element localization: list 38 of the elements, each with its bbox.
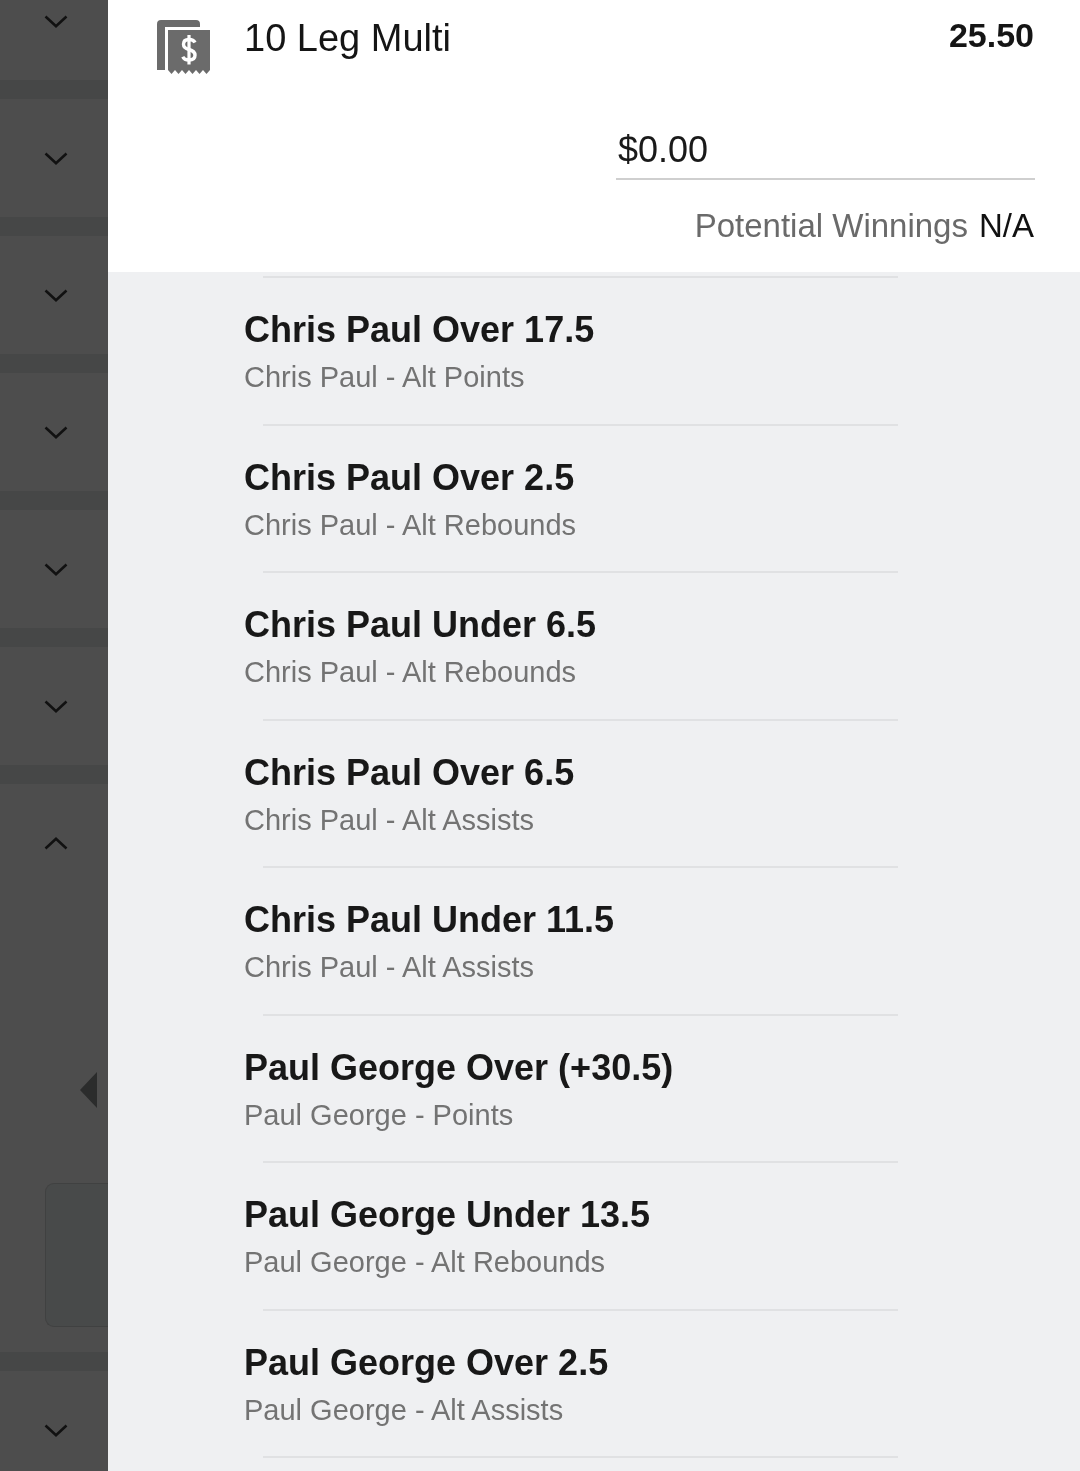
leg-market: Chris Paul - Alt Rebounds — [244, 507, 577, 542]
chevron-down-icon[interactable] — [43, 151, 68, 165]
sidebar-row[interactable] — [0, 784, 108, 1352]
leg-selection: Paul George Over 2.5 — [244, 1341, 609, 1384]
leg-market: Chris Paul - Alt Rebounds — [244, 655, 577, 689]
sidebar-row[interactable] — [0, 1371, 108, 1471]
chevron-down-icon[interactable] — [43, 14, 68, 28]
leg-market: Chris Paul - Alt Assists — [244, 950, 535, 984]
chevron-down-icon[interactable] — [43, 699, 68, 713]
receipt-dollar-icon — [157, 20, 210, 76]
sidebar-row[interactable] — [0, 510, 108, 628]
sidebar-row[interactable] — [0, 99, 108, 217]
stake-input[interactable]: $0.00 — [616, 128, 1035, 180]
leg-selection: Paul George Under 13.5 — [244, 1194, 651, 1236]
potential-winnings-label: Potential Winnings — [694, 208, 968, 244]
leg-selection: Chris Paul Over 17.5 — [244, 309, 595, 351]
chevron-down-icon[interactable] — [43, 1423, 68, 1437]
leg-selection: Chris Paul Over 2.5 — [244, 456, 575, 499]
caret-left-icon[interactable] — [80, 1072, 97, 1108]
potential-winnings-value: N/A — [979, 208, 1034, 244]
sidebar-row[interactable] — [0, 373, 108, 491]
leg-market: Chris Paul - Alt Points — [244, 360, 525, 394]
sidebar-row[interactable] — [0, 236, 108, 354]
odds-value: 25.50 — [948, 17, 1034, 53]
leg-market: Paul George - Points — [244, 1097, 514, 1132]
sidebar-row[interactable] — [0, 647, 108, 765]
chevron-down-icon[interactable] — [43, 425, 68, 439]
leg-market: Paul George - Alt Rebounds — [244, 1245, 606, 1279]
bet-title: 10 Leg Multi — [244, 18, 451, 58]
chevron-down-icon[interactable] — [43, 288, 68, 302]
leg-market: Chris Paul - Alt Assists — [244, 802, 535, 837]
chevron-up-icon[interactable] — [43, 836, 68, 850]
leg-selection: Chris Paul Under 11.5 — [244, 899, 615, 941]
leg-market: Paul George - Alt Assists — [244, 1392, 564, 1427]
leg-selection: Chris Paul Under 6.5 — [244, 604, 597, 646]
leg-selection: Chris Paul Over 6.5 — [244, 751, 575, 794]
leg-selection: Paul George Over (+30.5) — [244, 1046, 674, 1089]
chevron-down-icon[interactable] — [43, 562, 68, 576]
